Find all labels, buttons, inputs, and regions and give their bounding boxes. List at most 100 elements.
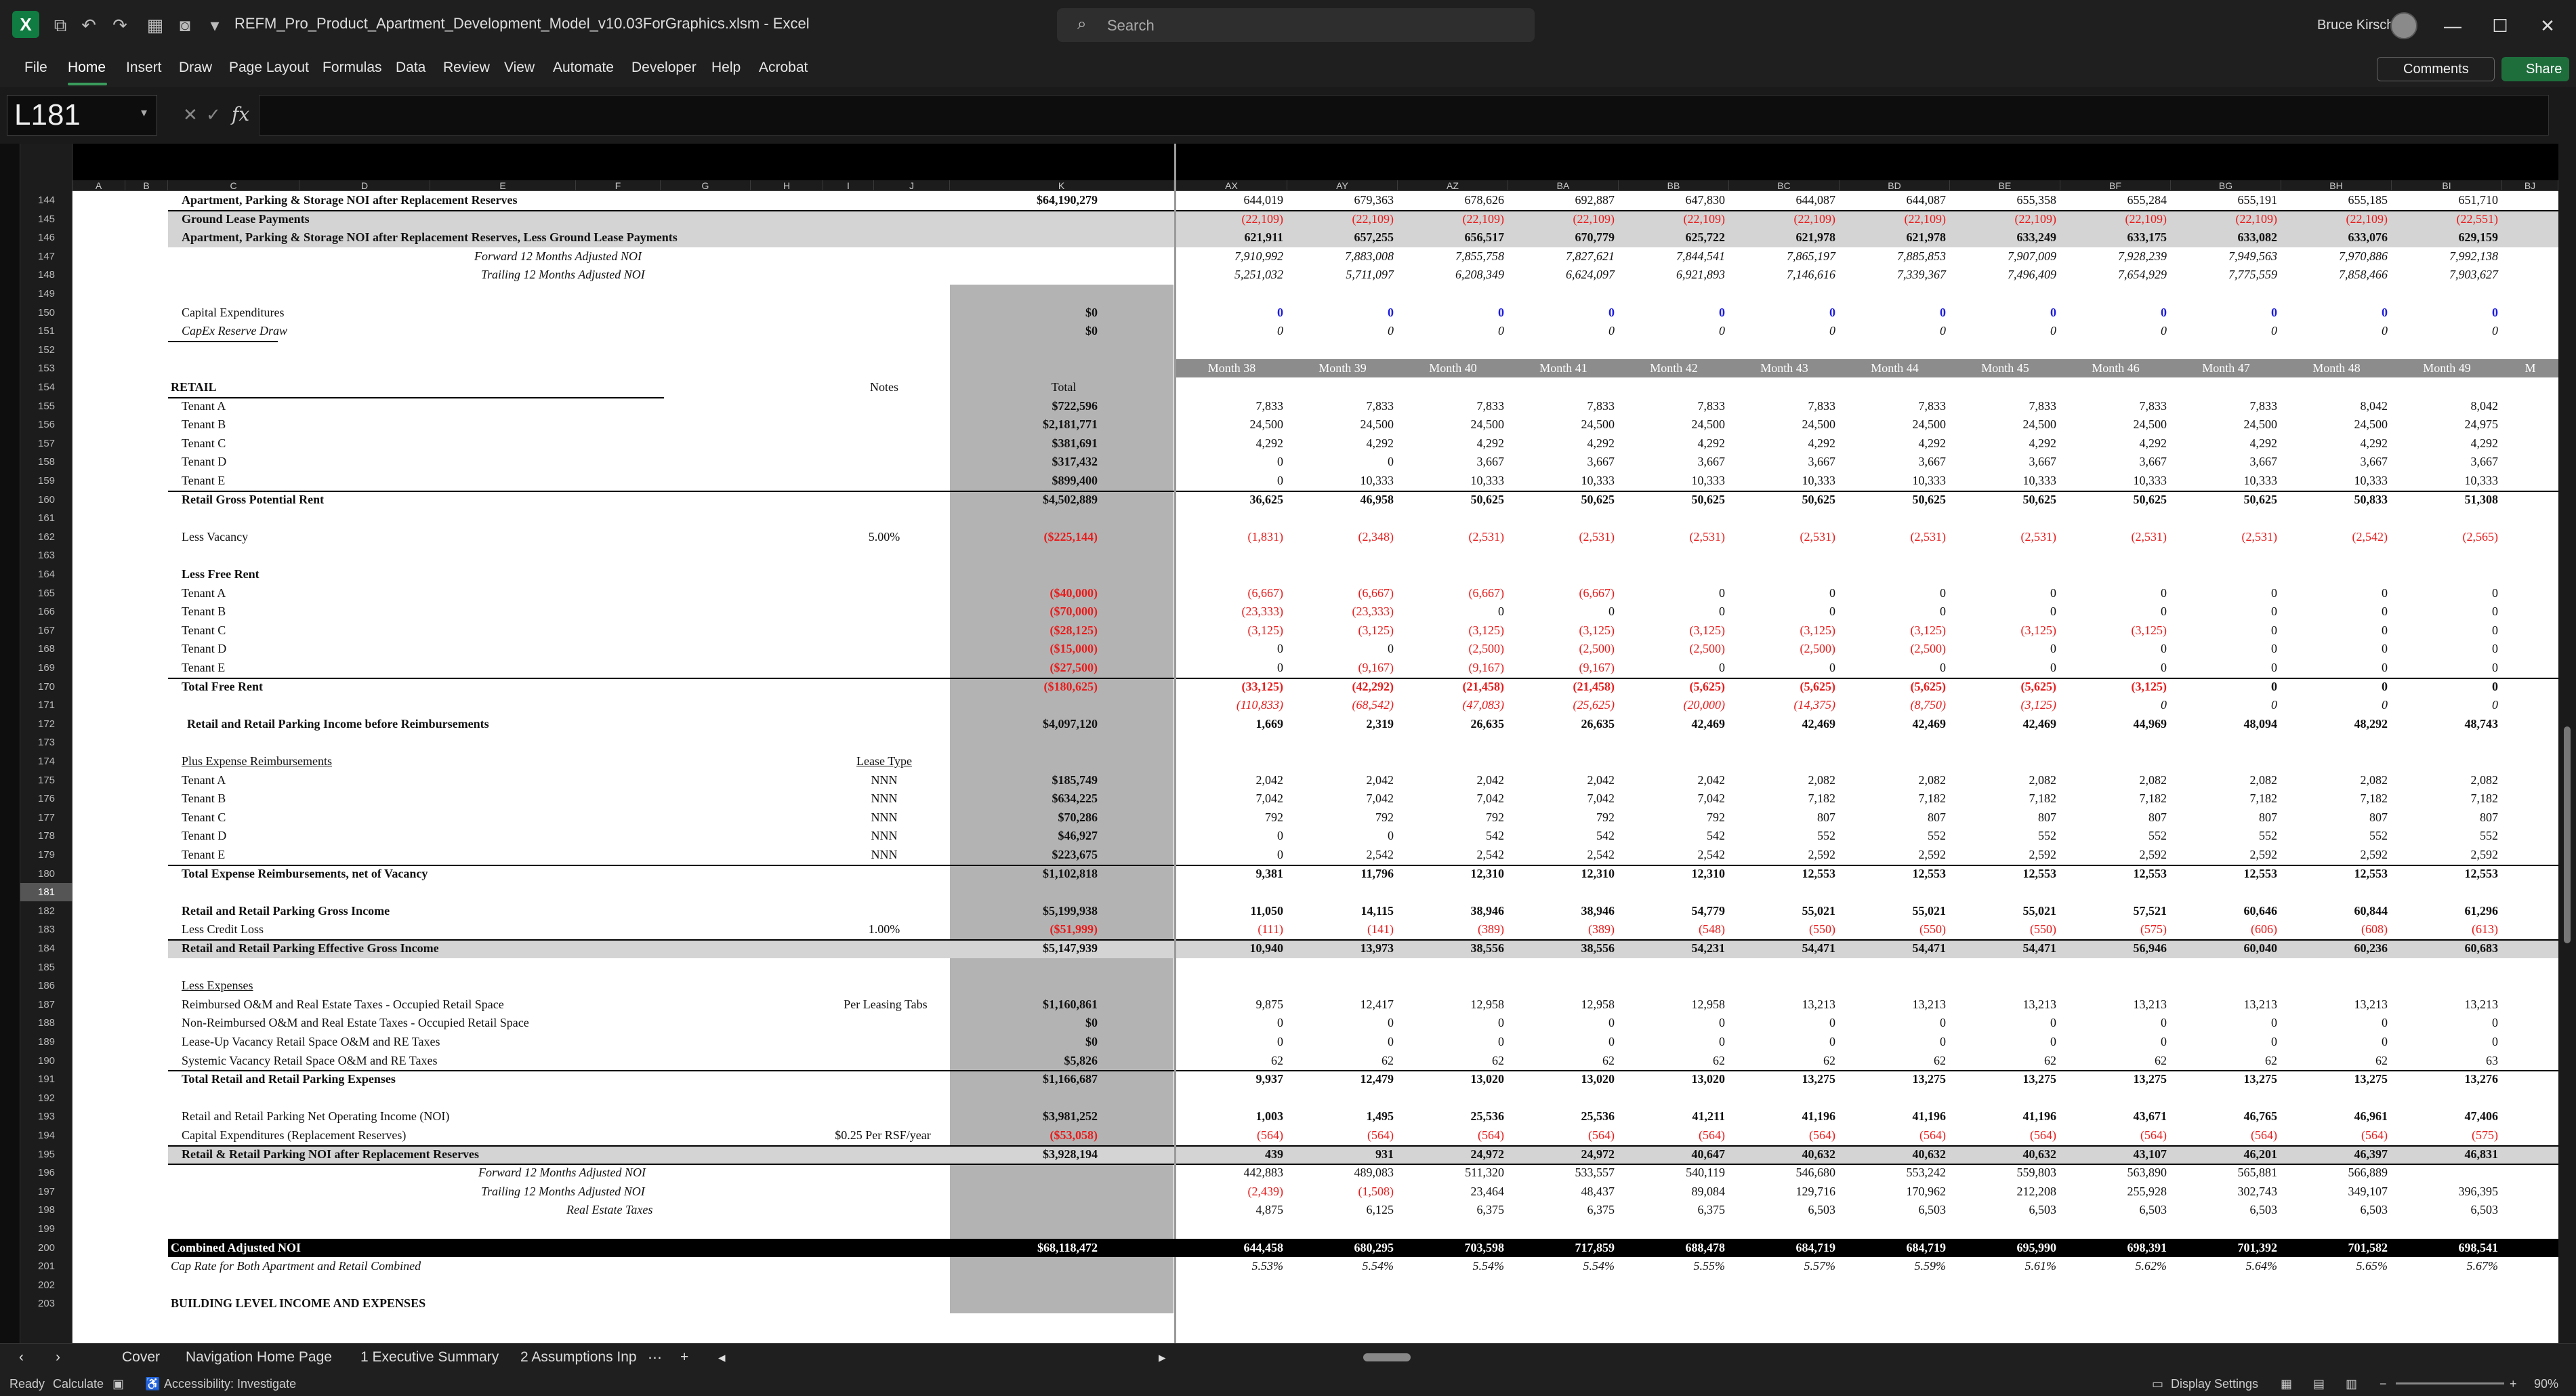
value-177-bi[interactable]: 807: [2392, 808, 2498, 827]
value-167-bg[interactable]: 0: [2171, 621, 2277, 640]
value-171-bh[interactable]: 0: [2281, 696, 2388, 714]
value-165-ax[interactable]: (6,667): [1176, 584, 1284, 602]
row-label-169[interactable]: Tenant E: [182, 659, 225, 677]
value-176-ay[interactable]: 7,042: [1287, 789, 1394, 808]
value-159-be[interactable]: 10,333: [1950, 472, 2057, 490]
value-184-bi[interactable]: 60,683: [2392, 939, 2499, 958]
column-header-bc[interactable]: BC: [1729, 180, 1840, 191]
zoom-in-icon[interactable]: +: [2510, 1377, 2517, 1391]
column-header-ay[interactable]: AY: [1287, 180, 1398, 191]
value-175-bg[interactable]: 2,082: [2171, 771, 2278, 789]
comments-button[interactable]: Comments: [2377, 57, 2495, 81]
value-148-ay[interactable]: 5,711,097: [1287, 266, 1394, 284]
value-150-bg[interactable]: 0: [2171, 304, 2277, 322]
value-144-az[interactable]: 678,626: [1398, 191, 1505, 209]
value-182-bf[interactable]: 57,521: [2060, 902, 2167, 920]
value-170-ba[interactable]: (21,458): [1508, 678, 1615, 696]
row-label-191[interactable]: Total Retail and Retail Parking Expenses: [182, 1070, 396, 1088]
value-200-ax[interactable]: 644,458: [1176, 1239, 1284, 1257]
value-145-bf[interactable]: (22,109): [2060, 210, 2167, 228]
value-172-bg[interactable]: 48,094: [2171, 715, 2278, 733]
prev-sheet-icon[interactable]: ‹: [19, 1349, 24, 1366]
value-197-ax[interactable]: (2,439): [1176, 1183, 1284, 1201]
value-145-bd[interactable]: (22,109): [1840, 210, 1947, 228]
row-header-183[interactable]: 183: [20, 920, 72, 939]
row-header-155[interactable]: 155: [20, 397, 72, 415]
row-label-150[interactable]: Capital Expenditures: [182, 304, 284, 322]
value-160-bi[interactable]: 51,308: [2392, 491, 2499, 509]
value-200-ba[interactable]: 717,859: [1508, 1239, 1615, 1257]
value-198-be[interactable]: 6,503: [1950, 1201, 2057, 1219]
total-166[interactable]: ($70,000): [950, 602, 1098, 621]
search-box[interactable]: ⌕ Search: [1057, 8, 1535, 42]
value-190-bf[interactable]: 62: [2060, 1052, 2167, 1070]
row-label-166[interactable]: Tenant B: [182, 602, 226, 621]
total-189[interactable]: $0: [950, 1033, 1098, 1051]
value-165-bf[interactable]: 0: [2060, 584, 2167, 602]
row-header-172[interactable]: 172: [20, 715, 72, 733]
value-197-ba[interactable]: 48,437: [1508, 1183, 1615, 1201]
value-147-bg[interactable]: 7,949,563: [2171, 247, 2277, 266]
value-196-bb[interactable]: 540,119: [1619, 1164, 1725, 1182]
value-178-ay[interactable]: 0: [1287, 827, 1394, 845]
lease-type[interactable]: NNN: [860, 771, 908, 789]
value-168-bg[interactable]: 0: [2171, 640, 2277, 658]
value-155-ay[interactable]: 7,833: [1287, 397, 1394, 415]
value-158-ax[interactable]: 0: [1176, 453, 1283, 471]
value-166-bg[interactable]: 0: [2171, 602, 2277, 621]
value-165-be[interactable]: 0: [1950, 584, 2056, 602]
value-189-bb[interactable]: 0: [1619, 1033, 1725, 1051]
lease-type[interactable]: NNN: [860, 789, 908, 808]
row-header-162[interactable]: 162: [20, 528, 72, 546]
value-182-bg[interactable]: 60,646: [2171, 902, 2278, 920]
row-header-144[interactable]: 144: [20, 191, 72, 209]
value-166-bc[interactable]: 0: [1729, 602, 1835, 621]
value-169-bg[interactable]: 0: [2171, 659, 2277, 677]
value-151-ay[interactable]: 0: [1287, 322, 1394, 340]
value-148-bc[interactable]: 7,146,616: [1729, 266, 1835, 284]
column-header-bi[interactable]: BI: [2392, 180, 2502, 191]
value-151-bc[interactable]: 0: [1729, 322, 1835, 340]
value-188-ax[interactable]: 0: [1176, 1014, 1283, 1032]
value-147-bc[interactable]: 7,865,197: [1729, 247, 1835, 266]
lease-type-header[interactable]: Lease Type: [850, 752, 918, 771]
value-183-ax[interactable]: (111): [1176, 920, 1283, 939]
check-icon[interactable]: ✓: [206, 104, 221, 125]
value-155-bg[interactable]: 7,833: [2171, 397, 2278, 415]
value-179-bb[interactable]: 2,542: [1619, 846, 1726, 864]
value-194-bf[interactable]: (564): [2060, 1126, 2167, 1145]
value-180-ba[interactable]: 12,310: [1508, 865, 1615, 883]
value-189-bi[interactable]: 0: [2392, 1033, 2498, 1051]
value-146-az[interactable]: 656,517: [1398, 228, 1505, 247]
value-171-ay[interactable]: (68,542): [1287, 696, 1394, 714]
value-194-ay[interactable]: (564): [1287, 1126, 1394, 1145]
value-191-bf[interactable]: 13,275: [2060, 1070, 2167, 1088]
value-190-ax[interactable]: 62: [1176, 1052, 1283, 1070]
sheet-tab-cover[interactable]: Cover: [122, 1349, 160, 1366]
value-195-ax[interactable]: 439: [1176, 1145, 1283, 1164]
value-156-bc[interactable]: 24,500: [1729, 415, 1836, 434]
total-183[interactable]: ($51,999): [950, 920, 1098, 939]
value-158-bi[interactable]: 3,667: [2392, 453, 2499, 471]
row-header-201[interactable]: 201: [20, 1257, 72, 1275]
value-184-bc[interactable]: 54,471: [1729, 939, 1836, 958]
value-157-ax[interactable]: 4,292: [1176, 434, 1284, 453]
row-header-197[interactable]: 197: [20, 1183, 72, 1201]
value-166-bd[interactable]: 0: [1840, 602, 1946, 621]
value-157-bh[interactable]: 4,292: [2281, 434, 2388, 453]
value-195-bb[interactable]: 40,647: [1619, 1145, 1726, 1164]
value-193-bg[interactable]: 46,765: [2171, 1107, 2278, 1126]
value-146-bi[interactable]: 629,159: [2392, 228, 2499, 247]
value-184-ba[interactable]: 38,556: [1508, 939, 1615, 958]
reserve-note[interactable]: $0.25 Per RSF/year: [825, 1126, 940, 1145]
value-193-ax[interactable]: 1,003: [1176, 1107, 1284, 1126]
total-194[interactable]: ($53,058): [950, 1126, 1098, 1145]
value-148-bg[interactable]: 7,775,559: [2171, 266, 2277, 284]
value-145-az[interactable]: (22,109): [1398, 210, 1505, 228]
leasing-note[interactable]: Per Leasing Tabs: [835, 995, 936, 1014]
value-159-bh[interactable]: 10,333: [2281, 472, 2388, 490]
total-157[interactable]: $381,691: [950, 434, 1098, 453]
value-178-bi[interactable]: 552: [2392, 827, 2498, 845]
value-144-bi[interactable]: 651,710: [2392, 191, 2499, 209]
tab-data[interactable]: Data: [396, 60, 425, 76]
